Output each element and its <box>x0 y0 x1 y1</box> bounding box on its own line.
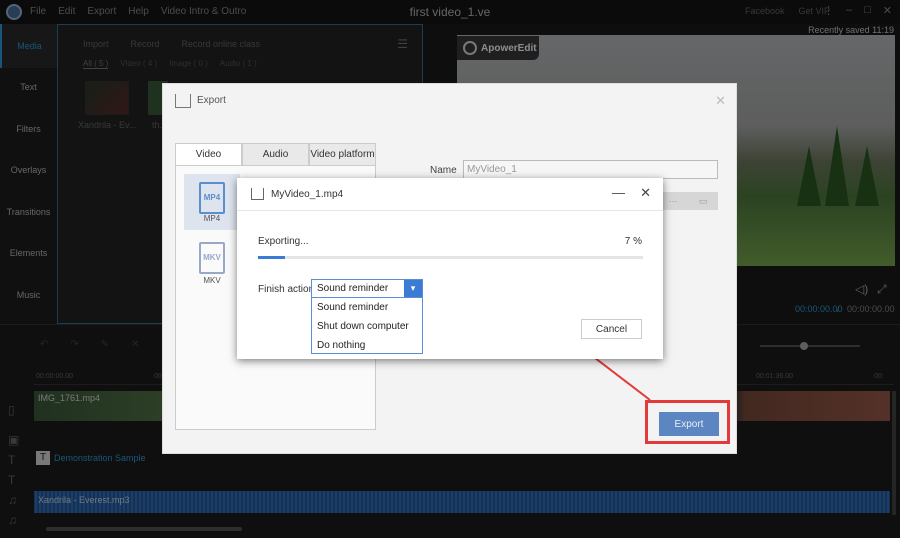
export-icon <box>251 188 264 200</box>
progress-dialog-header: MyVideo_1.mp4 — ✕ <box>237 178 663 211</box>
export-tabs: Video Audio Video platform <box>175 143 376 165</box>
format-mkv[interactable]: MKV MKV <box>184 242 240 298</box>
progress-dialog-title: MyVideo_1.mp4 <box>271 189 344 200</box>
export-close-icon[interactable]: ✕ <box>715 93 726 109</box>
annotation-highlight-box <box>645 400 730 444</box>
export-icon <box>175 94 191 108</box>
export-status: Exporting... <box>258 236 309 247</box>
minimize-icon[interactable]: — <box>612 185 625 200</box>
export-percent: 7 % <box>624 236 642 247</box>
finish-action-options: Sound reminder Shut down computer Do not… <box>311 297 423 354</box>
folder-icon[interactable]: ▭ <box>699 196 708 207</box>
progress-dialog: MyVideo_1.mp4 — ✕ Exporting... 7 % Finis… <box>237 178 663 359</box>
finish-action-value: Sound reminder <box>317 283 389 294</box>
mkv-file-icon: MKV <box>199 242 225 274</box>
export-dialog-title: Export <box>197 95 226 106</box>
tab-video-platform[interactable]: Video platform <box>309 143 376 165</box>
option-do-nothing[interactable]: Do nothing <box>312 336 422 355</box>
chevron-down-icon[interactable]: ▾ <box>404 280 422 297</box>
format-label: MP4 <box>203 214 221 223</box>
progress-bar <box>258 256 643 259</box>
tab-audio[interactable]: Audio <box>242 143 309 165</box>
more-icon[interactable]: ⋯ <box>669 196 678 207</box>
name-input[interactable] <box>463 160 718 179</box>
mp4-file-icon: MP4 <box>199 182 225 214</box>
finish-action-label: Finish action <box>258 284 315 295</box>
option-shut-down-computer[interactable]: Shut down computer <box>312 317 422 336</box>
tab-video[interactable]: Video <box>175 143 242 165</box>
finish-action-select[interactable]: Sound reminder ▾ <box>311 279 423 298</box>
path-buttons: ⋯ ▭ <box>658 192 718 210</box>
name-label: Name <box>430 165 457 176</box>
cancel-button[interactable]: Cancel <box>581 319 642 339</box>
close-icon[interactable]: ✕ <box>640 185 651 201</box>
format-label: MKV <box>203 276 221 285</box>
progress-bar-fill <box>258 256 285 259</box>
format-mp4[interactable]: MP4 MP4 <box>184 174 240 230</box>
option-sound-reminder[interactable]: Sound reminder <box>312 298 422 317</box>
